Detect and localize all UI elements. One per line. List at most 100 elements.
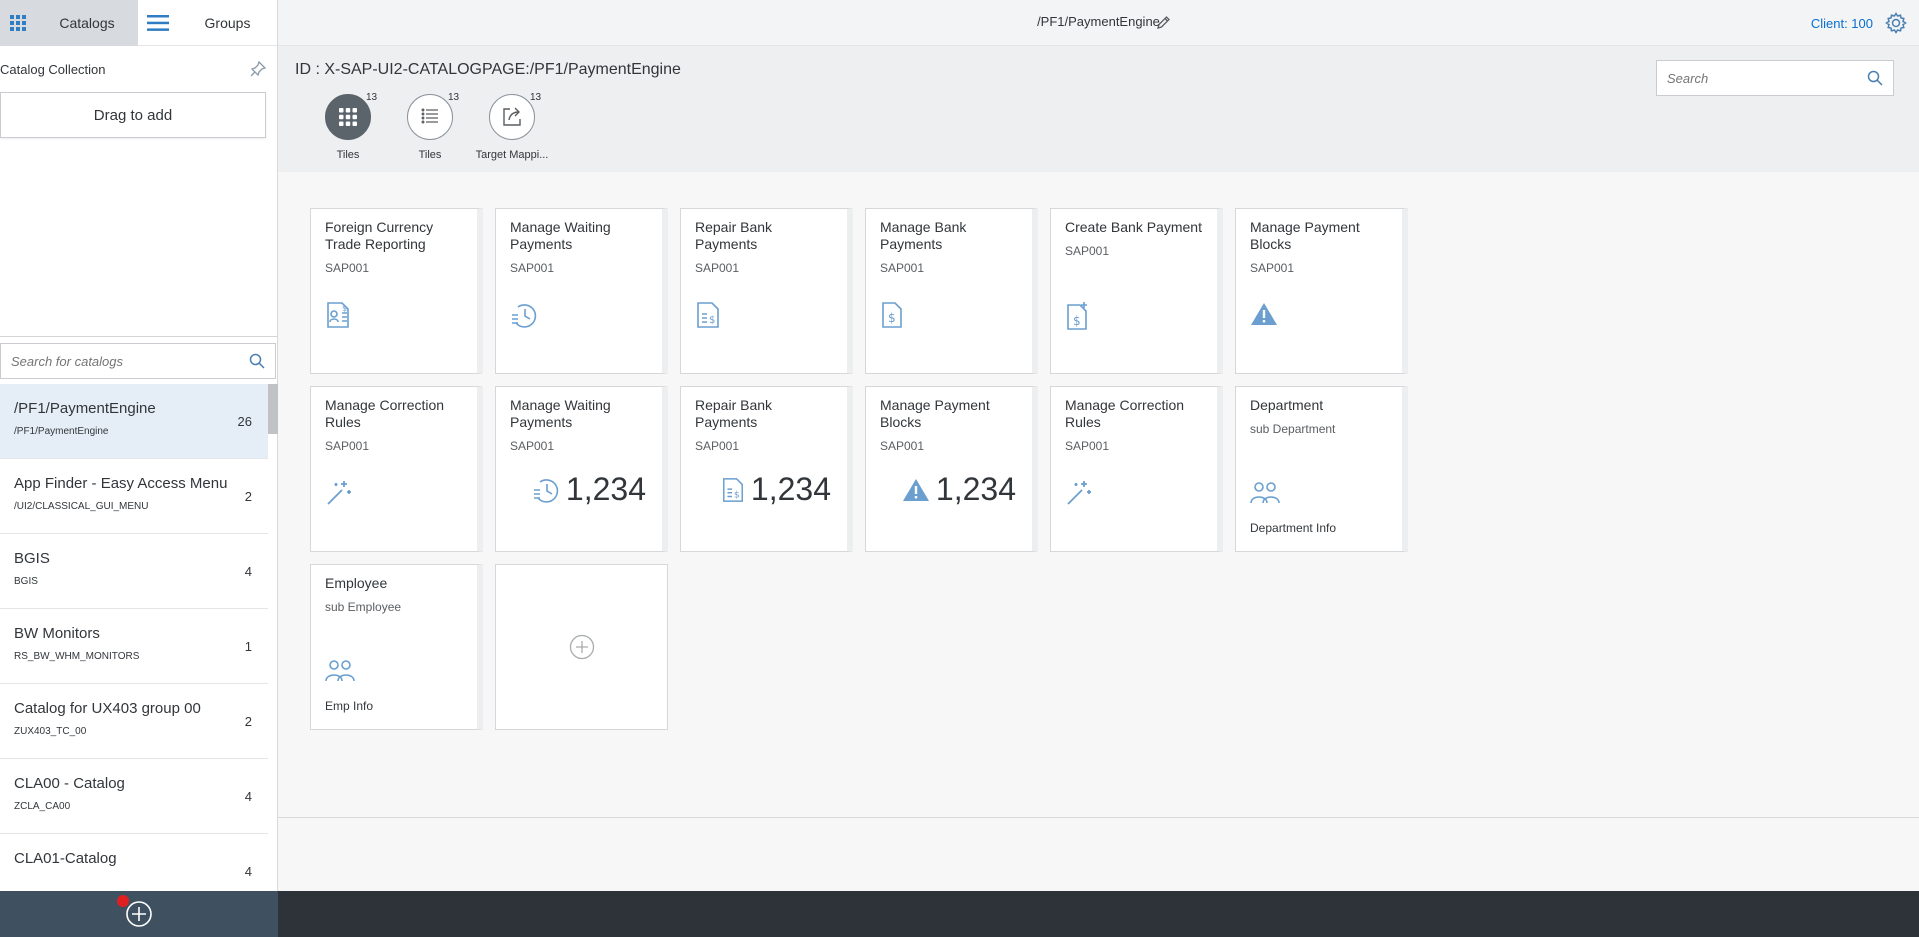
tile-title: Manage Waiting Payments (510, 397, 611, 430)
panel-header: Catalogs Groups (0, 0, 277, 46)
app-grid-button[interactable] (0, 0, 36, 46)
list-item[interactable]: Catalog for UX403 group 00 ZUX403_TC_00 … (0, 684, 268, 759)
tile-subtitle: SAP001 (1250, 261, 1295, 275)
create-payment-icon: $ (1067, 302, 1087, 330)
scrollbar-thumb[interactable] (268, 384, 278, 434)
tile-manage-waiting-payments-kpi[interactable]: Manage Waiting Payments SAP001 1,234 (495, 386, 668, 552)
kpi-value: 1,234 (935, 471, 1016, 507)
tab-groups[interactable]: Groups (178, 0, 277, 45)
catalog-list: /PF1/PaymentEngine /PF1/PaymentEngine 26… (0, 384, 268, 909)
gear-icon[interactable] (1885, 12, 1907, 34)
tile-manage-correction-rules[interactable]: Manage Correction Rules SAP001 (1050, 386, 1223, 552)
catalog-count: 2 (244, 489, 252, 504)
pin-icon[interactable] (249, 60, 267, 78)
catalog-id: ZCLA_CA00 (14, 801, 71, 812)
add-circle-icon (569, 634, 594, 660)
tile-title: Foreign Currency Trade Reporting (325, 219, 434, 252)
add-tile-button[interactable] (495, 564, 668, 730)
tile-foreign-currency-trade-reporting[interactable]: Foreign Currency Trade Reporting SAP001 … (310, 208, 483, 374)
catalog-id: /UI2/CLASSICAL_GUI_MENU (14, 501, 149, 512)
tab-catalogs[interactable]: Catalogs (36, 0, 138, 46)
tile-search[interactable] (1656, 60, 1894, 96)
magic-wand-icon (1067, 481, 1091, 505)
payment-doc-icon: $ (722, 477, 743, 502)
catalog-count: 4 (244, 864, 252, 879)
list-icon (407, 94, 453, 140)
svg-text:$: $ (709, 315, 715, 326)
tile-subtitle: SAP001 (880, 261, 925, 275)
list-item[interactable]: App Finder - Easy Access Menu /UI2/CLASS… (0, 459, 268, 534)
list-item[interactable]: CLA00 - Catalog ZCLA_CA00 4 (0, 759, 268, 834)
edit-icon[interactable] (1156, 15, 1171, 30)
catalog-id: BGIS (14, 576, 38, 587)
tile-department[interactable]: Department sub Department Department Inf… (1235, 386, 1408, 552)
svg-text:$: $ (888, 311, 896, 325)
list-item[interactable]: /PF1/PaymentEngine /PF1/PaymentEngine 26 (0, 384, 268, 459)
tile-grid: Foreign Currency Trade Reporting SAP001 … (310, 208, 1408, 730)
catalog-collection-header: Catalog Collection (0, 46, 277, 92)
pending-clock-icon (512, 304, 537, 328)
tile-kpi: $ 1,234 (721, 471, 831, 508)
tile-manage-correction-rules[interactable]: Manage Correction Rules SAP001 (310, 386, 483, 552)
tab-count: 13 (530, 92, 542, 103)
bank-doc-icon: $ (882, 302, 902, 328)
catalog-id: ZUX403_TC_00 (14, 726, 87, 737)
tile-subtitle: SAP001 (695, 261, 740, 275)
catalog-collection-title: Catalog Collection (0, 61, 106, 77)
tile-subtitle: SAP001 (510, 261, 555, 275)
tile-title: Repair Bank Payments (695, 219, 773, 252)
tile-create-bank-payment[interactable]: Create Bank Payment SAP001 $ (1050, 208, 1223, 374)
payment-doc-icon: $ (697, 302, 719, 328)
tile-search-input[interactable] (1667, 70, 1867, 86)
catalog-id-heading: ID : X-SAP-UI2-CATALOGPAGE:/PF1/PaymentE… (295, 61, 681, 78)
catalog-search-input[interactable] (11, 353, 249, 369)
tab-tiles-list[interactable]: 13 Tiles (390, 92, 470, 161)
tile-manage-waiting-payments[interactable]: Manage Waiting Payments SAP001 (495, 208, 668, 374)
client-label[interactable]: Client: 100 (1811, 16, 1873, 31)
document-dollar-icon: $ (327, 302, 349, 328)
catalog-panel: Catalogs Groups Catalog Collection Drag … (0, 0, 278, 937)
tile-subtitle: SAP001 (325, 439, 370, 453)
catalog-title: CLA01-Catalog (14, 850, 117, 867)
grid-icon (325, 94, 371, 140)
tile-manage-bank-payments[interactable]: Manage Bank Payments SAP001 $ (865, 208, 1038, 374)
tile-subtitle: sub Department (1250, 422, 1336, 436)
tab-target-mappings[interactable]: 13 Target Mappi... (472, 92, 552, 161)
tile-repair-bank-payments[interactable]: Repair Bank Payments SAP001 $ (680, 208, 853, 374)
tile-title: Repair Bank Payments (695, 397, 773, 430)
shell-header: /PF1/PaymentEngine Client: 100 (278, 0, 1919, 46)
tile-subtitle: SAP001 (1065, 244, 1110, 258)
tile-kpi: 1,234 (532, 471, 646, 508)
list-item[interactable]: BGIS BGIS 4 (0, 534, 268, 609)
page-title: /PF1/PaymentEngine (1037, 14, 1160, 29)
list-item[interactable]: BW Monitors RS_BW_WHM_MONITORS 1 (0, 609, 268, 684)
tile-subtitle: sub Employee (325, 600, 402, 614)
search-icon[interactable] (249, 353, 265, 369)
tab-tiles-grid[interactable]: 13 Tiles (308, 92, 388, 216)
tile-title: Manage Bank Payments (880, 219, 967, 252)
catalog-count: 1 (244, 639, 252, 654)
panel-footer (0, 891, 278, 937)
notification-dot (117, 895, 129, 907)
tile-subtitle: SAP001 (1065, 439, 1110, 453)
tile-employee[interactable]: Employee sub Employee Emp Info (310, 564, 483, 730)
catalog-search[interactable] (0, 343, 276, 379)
tile-title: Create Bank Payment (1065, 219, 1202, 235)
tile-repair-bank-payments-kpi[interactable]: Repair Bank Payments SAP001 $ 1,234 (680, 386, 853, 552)
kpi-value: 1,234 (750, 471, 831, 507)
drag-to-add-zone[interactable]: Drag to add (0, 92, 266, 138)
catalog-title: Catalog for UX403 group 00 (14, 700, 201, 717)
pending-clock-icon (533, 478, 559, 503)
tile-container: Foreign Currency Trade Reporting SAP001 … (278, 172, 1919, 818)
tab-label: Target Mappi... (475, 149, 549, 161)
tile-manage-payment-blocks-kpi[interactable]: Manage Payment Blocks SAP001 1,234 (865, 386, 1038, 552)
search-icon[interactable] (1867, 70, 1883, 86)
tile-footer: Emp Info (325, 699, 374, 713)
catalog-count: 2 (244, 714, 252, 729)
tile-subtitle: SAP001 (510, 439, 555, 453)
menu-button[interactable] (138, 0, 178, 46)
tile-title: Department (1250, 397, 1324, 413)
tile-manage-payment-blocks[interactable]: Manage Payment Blocks SAP001 (1235, 208, 1408, 374)
add-circle-icon[interactable] (125, 900, 153, 928)
hamburger-icon (147, 15, 169, 31)
